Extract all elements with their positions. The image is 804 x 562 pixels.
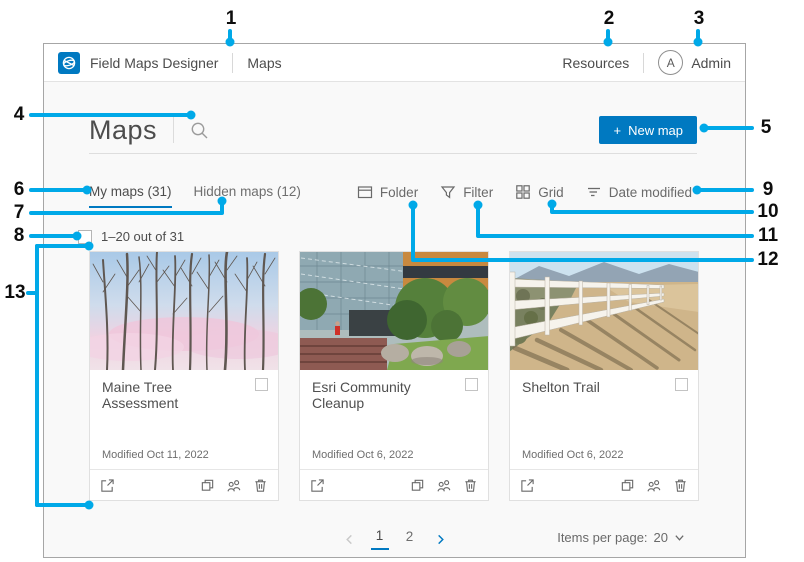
grid-icon [515, 184, 531, 200]
app-window: Field Maps Designer Maps Resources A Adm… [43, 43, 746, 558]
tab-my-maps[interactable]: My maps (31) [89, 184, 172, 208]
folder-button[interactable]: Folder [357, 184, 418, 200]
duplicate-icon[interactable] [200, 478, 215, 493]
nav-item-maps[interactable]: Maps [247, 55, 281, 71]
sort-date-modified-button[interactable]: Date modified [586, 184, 692, 200]
card-modified-date: Modified Oct 11, 2022 [102, 449, 209, 461]
new-map-button[interactable]: + New map [599, 116, 697, 144]
open-map-icon[interactable] [520, 478, 535, 493]
filter-button[interactable]: Filter [440, 184, 493, 200]
page-next-button[interactable] [431, 534, 450, 545]
tabs-toolbar-row: My maps (31) Hidden maps (12) Folder [89, 184, 692, 208]
map-card-shelton-trail[interactable]: Shelton Trail Modified Oct 6, 2022 [509, 251, 699, 501]
items-per-page-value: 20 [654, 530, 668, 545]
callout-number-11: 11 [755, 225, 781, 247]
sort-icon [586, 184, 602, 200]
plus-icon: + [613, 123, 621, 138]
title-divider [173, 117, 174, 143]
screenshot-root: Field Maps Designer Maps Resources A Adm… [0, 0, 804, 562]
delete-icon[interactable] [463, 478, 478, 493]
callout-number-10: 10 [755, 201, 781, 223]
thumbnail-glass-building-garden [300, 252, 488, 370]
map-card-maine-tree-assessment[interactable]: Maine Tree Assessment Modified Oct 11, 2… [89, 251, 279, 501]
callout-number-5: 5 [756, 117, 776, 139]
card-checkbox[interactable] [465, 378, 478, 391]
share-group-icon[interactable] [226, 478, 242, 493]
app-header: Field Maps Designer Maps Resources A Adm… [44, 44, 745, 82]
page-button-1[interactable]: 1 [371, 528, 389, 550]
callout-number-4: 4 [9, 104, 29, 126]
nav-item-resources[interactable]: Resources [562, 55, 629, 71]
card-title: Maine Tree Assessment [102, 379, 266, 411]
tab-hidden-maps[interactable]: Hidden maps (12) [194, 184, 301, 206]
delete-icon[interactable] [673, 478, 688, 493]
map-card-esri-community-cleanup[interactable]: Esri Community Cleanup Modified Oct 6, 2… [299, 251, 489, 501]
page-button-2[interactable]: 2 [401, 529, 419, 549]
card-title: Esri Community Cleanup [312, 379, 476, 411]
open-map-icon[interactable] [310, 478, 325, 493]
duplicate-icon[interactable] [620, 478, 635, 493]
header-divider [643, 53, 644, 73]
chevron-down-icon [674, 532, 685, 543]
card-checkbox[interactable] [255, 378, 268, 391]
esri-logo-icon [58, 52, 80, 74]
callout-number-7: 7 [9, 202, 29, 224]
callout-number-3: 3 [689, 8, 709, 30]
folder-icon [357, 184, 373, 200]
selection-row: 1–20 out of 31 [78, 229, 184, 244]
callout-number-9: 9 [755, 179, 781, 201]
page-title-row: Maps + New map [89, 108, 697, 152]
share-group-icon[interactable] [436, 478, 452, 493]
items-per-page-select[interactable]: Items per page: 20 [557, 530, 685, 545]
card-modified-date: Modified Oct 6, 2022 [312, 449, 414, 461]
thumbnail-white-fence-dirt-trail [510, 252, 698, 370]
callout-number-12: 12 [755, 249, 781, 271]
open-map-icon[interactable] [100, 478, 115, 493]
callout-number-13: 13 [2, 282, 28, 304]
callout-number-2: 2 [599, 8, 619, 30]
card-modified-date: Modified Oct 6, 2022 [522, 449, 624, 461]
filter-icon [440, 184, 456, 200]
page-prev-button[interactable] [340, 534, 359, 545]
brand-title: Field Maps Designer [90, 55, 218, 71]
items-per-page-label: Items per page: [557, 530, 647, 545]
callout-number-6: 6 [9, 179, 29, 201]
card-title: Shelton Trail [522, 379, 686, 395]
account-menu-admin[interactable]: Admin [691, 55, 731, 71]
duplicate-icon[interactable] [410, 478, 425, 493]
card-checkbox[interactable] [675, 378, 688, 391]
header-divider [232, 53, 233, 73]
avatar[interactable]: A [658, 50, 683, 75]
page-title: Maps [89, 115, 157, 146]
callout-number-8: 8 [9, 225, 29, 247]
title-rule [89, 153, 697, 154]
thumbnail-bare-winter-trees [90, 252, 278, 370]
list-toolbar: Folder Filter [357, 184, 692, 200]
callout-number-1: 1 [221, 8, 241, 30]
selection-count-label: 1–20 out of 31 [101, 229, 184, 244]
map-card-grid: Maine Tree Assessment Modified Oct 11, 2… [89, 251, 699, 501]
search-icon[interactable] [190, 121, 209, 140]
select-all-checkbox[interactable] [78, 230, 92, 244]
share-group-icon[interactable] [646, 478, 662, 493]
grid-view-button[interactable]: Grid [515, 184, 564, 200]
delete-icon[interactable] [253, 478, 268, 493]
